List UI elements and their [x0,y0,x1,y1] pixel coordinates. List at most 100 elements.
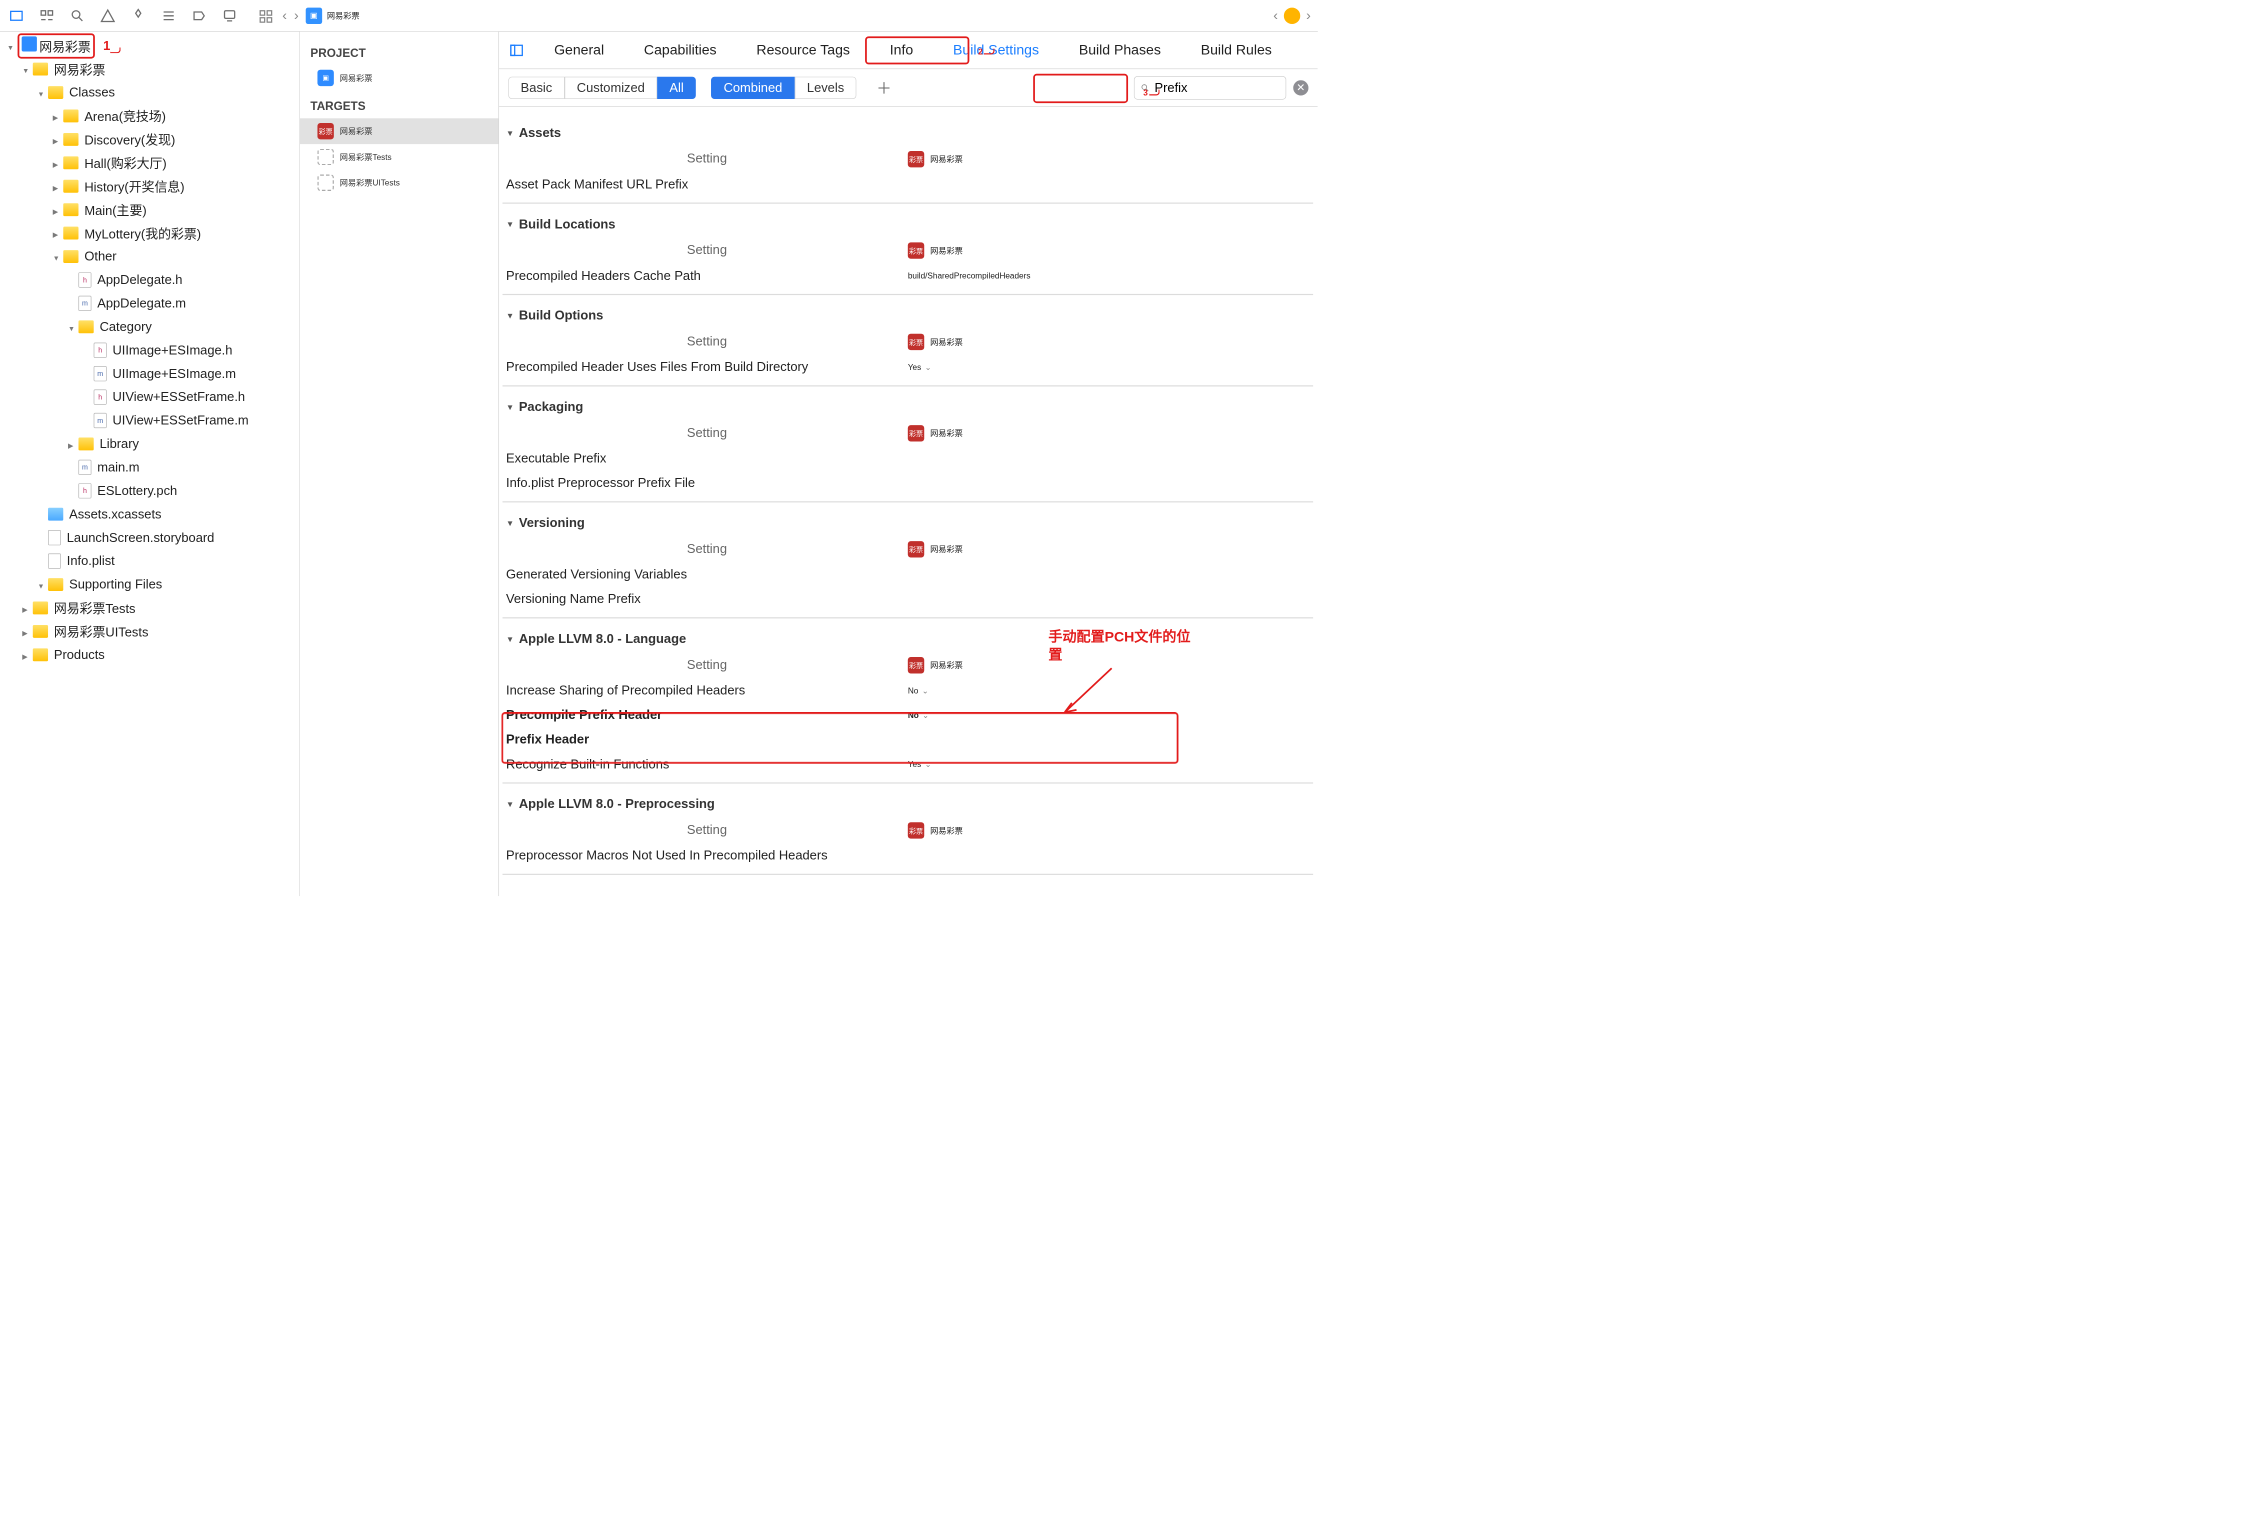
nav-row[interactable]: MyLottery(我的彩票) [0,221,299,244]
disclosure-icon[interactable] [37,558,44,565]
nav-row[interactable]: Products [0,643,299,666]
prev-issue-icon[interactable]: ‹ [1273,7,1278,23]
nav-row[interactable]: Library [0,432,299,455]
disclosure-icon[interactable] [37,511,44,518]
nav-row[interactable]: Main(主要) [0,198,299,221]
disclosure-icon[interactable] [22,66,29,73]
tab-resource-tags[interactable]: Resource Tags [736,32,869,69]
symbols-icon[interactable] [37,6,56,25]
project-navigator[interactable]: 网易彩票1网易彩票ClassesArena(竞技场)Discovery(发现)H… [0,32,300,896]
clear-search-button[interactable]: ✕ [1293,80,1308,95]
nav-row[interactable]: mUIView+ESSetFrame.m [0,409,299,432]
search-icon[interactable] [68,6,87,25]
nav-row[interactable]: Discovery(发现) [0,128,299,151]
issues-icon[interactable] [98,6,117,25]
setting-value[interactable] [908,592,1310,607]
setting-value[interactable] [908,476,1310,491]
section-title[interactable]: Build Locations [503,211,1314,238]
nav-row[interactable]: History(开奖信息) [0,175,299,198]
section-title[interactable]: Packaging [503,394,1314,421]
breadcrumb[interactable]: ▣ 网易彩票 [306,7,360,23]
section-title[interactable]: Build Options [503,302,1314,329]
nav-row[interactable]: Arena(竞技场) [0,104,299,127]
section-title[interactable]: Assets [503,119,1314,146]
disclosure-icon[interactable] [22,628,29,635]
nav-row[interactable]: mAppDelegate.m [0,292,299,315]
disclosure-icon[interactable] [53,183,60,190]
nav-row[interactable]: hESLottery.pch [0,479,299,502]
tab-general[interactable]: General [534,32,624,69]
setting-row[interactable]: Generated Versioning Variables [503,562,1314,587]
tab-build-rules[interactable]: Build Rules [1181,32,1292,69]
logs-icon[interactable] [220,6,239,25]
setting-row[interactable]: Preprocessor Macros Not Used In Precompi… [503,843,1314,868]
disclosure-icon[interactable] [83,347,90,354]
disclosure-icon[interactable] [7,42,14,49]
level-combined[interactable]: Combined [711,76,794,98]
disclosure-icon[interactable] [68,440,75,447]
section-title[interactable]: Apple LLVM 8.0 - Preprocessing [503,791,1314,818]
nav-row[interactable]: hUIImage+ESImage.h [0,339,299,362]
disclosure-icon[interactable] [22,604,29,611]
disclosure-icon[interactable] [68,464,75,471]
setting-value[interactable] [908,567,1310,582]
setting-row[interactable]: Versioning Name Prefix [503,587,1314,612]
nav-row[interactable]: Supporting Files [0,573,299,596]
nav-row[interactable]: Other [0,245,299,268]
folder-nav-icon[interactable] [7,6,26,25]
add-setting-button[interactable]: ＋ [876,77,891,99]
tab-capabilities[interactable]: Capabilities [624,32,737,69]
setting-row[interactable]: Info.plist Preprocessor Prefix File [503,471,1314,496]
scope-all[interactable]: All [657,76,696,98]
tab-build-phases[interactable]: Build Phases [1059,32,1181,69]
debug-icon[interactable] [159,6,178,25]
project-row[interactable]: ▣ 网易彩票 [300,65,499,91]
disclosure-icon[interactable] [22,651,29,658]
disclosure-icon[interactable] [68,300,75,307]
level-levels[interactable]: Levels [795,76,857,98]
nav-row[interactable]: Hall(购彩大厅) [0,151,299,174]
nav-row[interactable]: 网易彩票UITests [0,620,299,643]
target-row[interactable]: 彩票网易彩票 [300,118,499,144]
target-row[interactable]: 网易彩票UITests [300,170,499,196]
setting-row[interactable]: Precompiled Headers Cache Pathbuild/Shar… [503,264,1314,289]
setting-value[interactable]: Yes⌄ [908,360,1310,375]
warning-badge-icon[interactable] [1284,7,1300,23]
setting-row[interactable]: Executable Prefix [503,446,1314,471]
breakpoints-icon[interactable] [190,6,209,25]
disclosure-icon[interactable] [68,323,75,330]
disclosure-icon[interactable] [53,159,60,166]
setting-row[interactable]: Increase Sharing of Precompiled HeadersN… [503,678,1314,703]
setting-row[interactable]: Precompiled Header Uses Files From Build… [503,355,1314,380]
disclosure-icon[interactable] [37,534,44,541]
disclosure-icon[interactable] [37,89,44,96]
disclosure-icon[interactable] [53,112,60,119]
nav-row[interactable]: 网易彩票 [0,57,299,80]
level-segment[interactable]: Combined Levels [711,76,856,98]
forward-icon[interactable]: › [294,7,299,23]
nav-row[interactable]: mUIImage+ESImage.m [0,362,299,385]
nav-row[interactable]: Info.plist [0,549,299,572]
nav-row[interactable]: hUIView+ESSetFrame.h [0,385,299,408]
disclosure-icon[interactable] [68,276,75,283]
disclosure-icon[interactable] [83,394,90,401]
setting-value[interactable] [908,451,1310,466]
nav-row[interactable]: Classes [0,81,299,104]
build-settings-table[interactable]: AssetsSetting彩票网易彩票Asset Pack Manifest U… [499,107,1318,897]
nav-row[interactable]: Assets.xcassets [0,503,299,526]
setting-row[interactable]: Asset Pack Manifest URL Prefix [503,172,1314,197]
search-input[interactable] [1155,80,1280,95]
nav-row[interactable]: 网易彩票1 [0,34,299,57]
target-row[interactable]: 网易彩票Tests [300,144,499,170]
nav-row[interactable]: mmain.m [0,456,299,479]
section-title[interactable]: Versioning [503,510,1314,537]
disclosure-icon[interactable] [37,581,44,588]
scope-basic[interactable]: Basic [508,76,564,98]
nav-row[interactable]: LaunchScreen.storyboard [0,526,299,549]
layout-icon[interactable] [257,6,276,25]
nav-row[interactable]: hAppDelegate.h [0,268,299,291]
next-issue-icon[interactable]: › [1306,7,1311,23]
disclosure-icon[interactable] [53,253,60,260]
setting-value[interactable]: build/SharedPrecompiledHeaders [908,268,1310,283]
disclosure-icon[interactable] [83,370,90,377]
